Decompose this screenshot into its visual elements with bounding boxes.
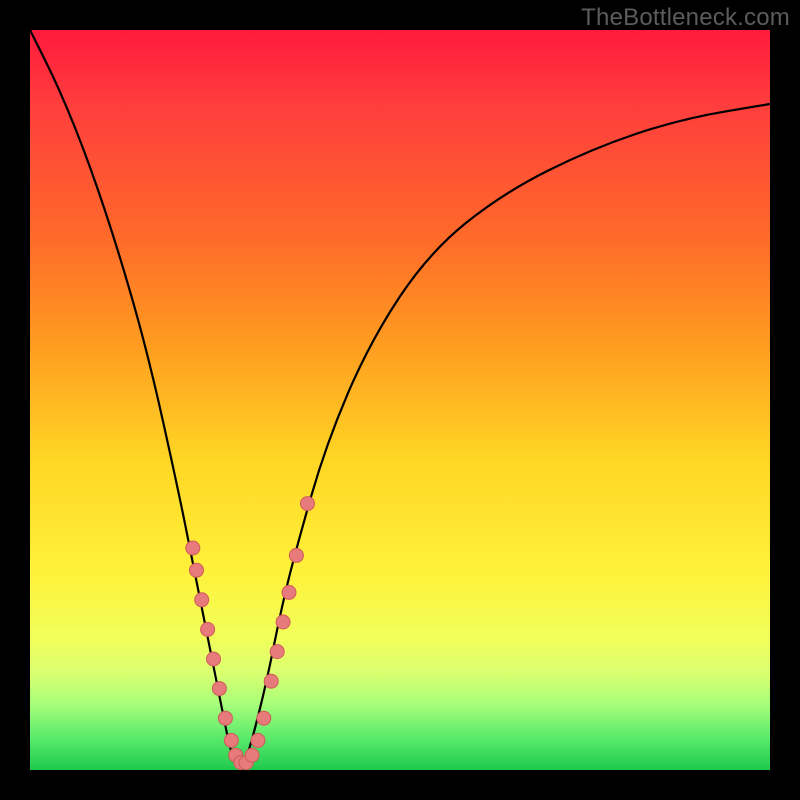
component-marker bbox=[276, 615, 290, 629]
bottleneck-curve bbox=[30, 30, 770, 767]
component-marker bbox=[245, 748, 259, 762]
plot-area bbox=[30, 30, 770, 770]
component-marker bbox=[195, 593, 209, 607]
component-marker bbox=[212, 682, 226, 696]
component-marker bbox=[289, 548, 303, 562]
component-marker bbox=[224, 733, 238, 747]
component-marker bbox=[257, 711, 271, 725]
component-marker bbox=[186, 541, 200, 555]
watermark-text: TheBottleneck.com bbox=[581, 4, 790, 32]
component-marker bbox=[270, 645, 284, 659]
component-marker bbox=[282, 585, 296, 599]
component-marker bbox=[264, 674, 278, 688]
component-marker bbox=[251, 733, 265, 747]
component-marker bbox=[301, 497, 315, 511]
chart-frame: TheBottleneck.com bbox=[0, 0, 800, 800]
component-marker bbox=[201, 622, 215, 636]
curve-layer bbox=[30, 30, 770, 770]
component-marker bbox=[190, 563, 204, 577]
component-markers-group bbox=[186, 497, 315, 770]
component-marker bbox=[207, 652, 221, 666]
component-marker bbox=[218, 711, 232, 725]
